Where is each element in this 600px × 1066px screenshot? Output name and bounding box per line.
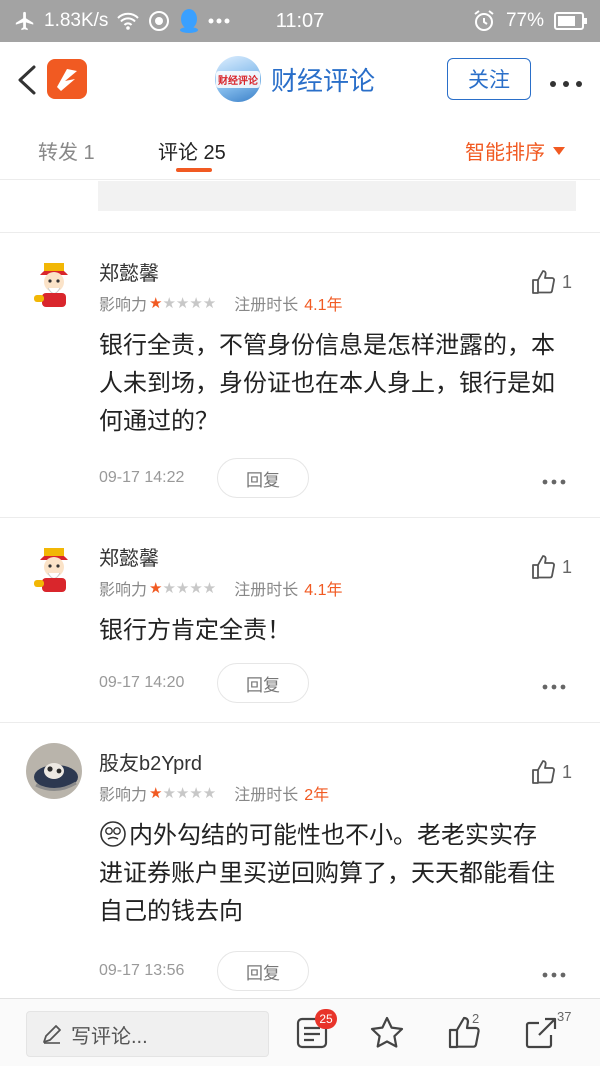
pencil-icon	[43, 1025, 61, 1044]
tab-comments[interactable]: 评论 25	[158, 136, 226, 165]
comment-body: 内外勾结的可能性也不小。老老实实存进证券账户里买逆回购算了，天天都能看住自己的钱…	[99, 817, 559, 931]
like-count: 1	[562, 271, 573, 292]
alarm-icon	[472, 9, 496, 33]
thumbs-up-icon	[532, 760, 555, 784]
account-name: 财经评论	[271, 65, 376, 96]
comment-author[interactable]: 郑懿馨	[99, 542, 159, 571]
app-logo-icon[interactable]	[47, 59, 87, 99]
influence-label: 影响力	[99, 787, 148, 804]
write-comment-placeholder: 写评论...	[71, 1025, 148, 1048]
tab-repost[interactable]: 转发 1	[38, 136, 95, 165]
like-button[interactable]: 1	[530, 759, 572, 785]
sort-dropdown[interactable]: 智能排序	[465, 136, 565, 165]
comment-time: 09-17 13:56	[99, 962, 185, 979]
more-options-icon[interactable]	[548, 76, 584, 87]
star-icon[interactable]	[369, 1015, 405, 1051]
avatar[interactable]	[26, 743, 82, 799]
comment-count-badge: 25	[315, 1009, 337, 1029]
comment-more-icon[interactable]	[541, 473, 567, 485]
caret-down-icon	[553, 146, 565, 155]
network-speed: 1.83K/s	[44, 10, 109, 31]
thumbs-up-icon	[532, 270, 555, 294]
account-brand[interactable]: 财经评论 财经评论	[215, 56, 375, 102]
tab-bar: 转发 1 评论 25 智能排序	[0, 118, 600, 180]
register-years: 4.1年	[304, 582, 343, 599]
sort-label: 智能排序	[465, 142, 545, 164]
comment-author[interactable]: 郑懿馨	[99, 257, 159, 286]
write-comment-input[interactable]: 写评论...	[26, 1011, 269, 1057]
comment-more-icon[interactable]	[541, 966, 567, 978]
influence-stars: ★★★★★	[149, 295, 217, 312]
comment-text: 银行全责，不管身份信息是怎样泄露的，本人未到场，身份证也在本人身上，银行是如何通…	[99, 332, 555, 435]
comment-text: 内外勾结的可能性也不小。老老实实存进证券账户里买逆回购算了，天天都能看住自己的钱…	[99, 822, 555, 925]
comment-meta: 影响力 ★★★★★ 注册时长 2年	[99, 781, 329, 805]
reply-button[interactable]: 回复	[217, 951, 309, 991]
share-count: 37	[557, 1009, 572, 1024]
share-icon[interactable]	[523, 1015, 559, 1051]
influence-stars: ★★★★★	[149, 785, 217, 802]
previous-quote-box	[98, 181, 576, 211]
avatar[interactable]	[26, 255, 82, 311]
battery-icon	[554, 11, 588, 31]
comment-meta: 影响力 ★★★★★ 注册时长 4.1年	[99, 576, 343, 600]
bottom-action-bar: 写评论... 25 2 37	[0, 998, 600, 1066]
comment-item: 郑懿馨 影响力 ★★★★★ 注册时长 4.1年 1 银行全责，不管身份信息是怎样…	[0, 232, 600, 518]
comment-item: 股友b2Yprd 影响力 ★★★★★ 注册时长 2年 1 内外勾结的可能性也不小…	[0, 722, 600, 998]
register-years: 4.1年	[304, 297, 343, 314]
comment-item: 郑懿馨 影响力 ★★★★★ 注册时长 4.1年 1 银行方肯定全责！ 09-17…	[0, 517, 600, 723]
influence-label: 影响力	[99, 297, 148, 314]
like-button[interactable]: 1	[530, 554, 572, 580]
comment-more-icon[interactable]	[541, 678, 567, 690]
top-nav: 财经评论 财经评论 关注	[0, 42, 600, 118]
status-bar: 1.83K/s 11:07 77%	[0, 0, 600, 42]
avatar[interactable]	[26, 540, 82, 596]
register-label: 注册时长	[234, 787, 299, 804]
follow-button[interactable]: 关注	[447, 58, 531, 100]
register-years: 2年	[304, 787, 330, 804]
emoji-icon	[100, 821, 126, 847]
thumbs-up-icon	[532, 555, 555, 579]
battery-percent: 77%	[505, 10, 544, 31]
like-total: 2	[472, 1011, 480, 1026]
register-label: 注册时长	[234, 582, 299, 599]
like-button[interactable]: 1	[530, 269, 572, 295]
avatar-text: 财经评论	[216, 70, 260, 88]
like-count: 1	[562, 556, 573, 577]
register-label: 注册时长	[234, 297, 299, 314]
qq-icon	[178, 8, 200, 34]
comment-time: 09-17 14:20	[99, 674, 185, 691]
comment-time: 09-17 14:22	[99, 469, 185, 486]
more-dots-icon	[208, 18, 230, 24]
airplane-icon	[14, 10, 36, 32]
wifi-icon	[116, 11, 140, 31]
account-avatar: 财经评论	[215, 56, 261, 102]
browser-icon	[148, 10, 170, 32]
influence-label: 影响力	[99, 582, 148, 599]
like-count: 1	[562, 761, 573, 782]
active-tab-indicator	[176, 168, 212, 172]
reply-button[interactable]: 回复	[217, 458, 309, 498]
influence-stars: ★★★★★	[149, 580, 217, 597]
comment-text: 银行方肯定全责！	[99, 617, 291, 644]
comment-meta: 影响力 ★★★★★ 注册时长 4.1年	[99, 291, 343, 315]
reply-button[interactable]: 回复	[217, 663, 309, 703]
back-arrow-icon[interactable]	[14, 64, 42, 96]
comment-author[interactable]: 股友b2Yprd	[99, 747, 202, 776]
